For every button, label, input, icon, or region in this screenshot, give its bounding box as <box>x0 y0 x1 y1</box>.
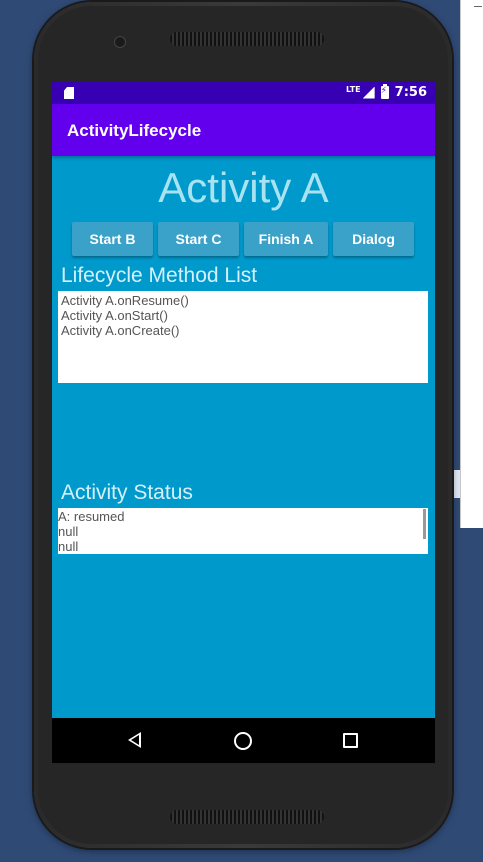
navigation-bar <box>52 718 435 763</box>
background-window-mark <box>474 6 482 7</box>
status-line: A: resumed <box>58 509 125 524</box>
front-camera <box>114 36 126 48</box>
method-list-item: Activity A.onResume() <box>61 293 189 308</box>
start-c-button[interactable]: Start C <box>158 222 239 256</box>
method-list-item: Activity A.onCreate() <box>61 323 180 338</box>
recents-icon[interactable] <box>343 733 358 748</box>
back-icon[interactable] <box>128 732 141 748</box>
dialog-button[interactable]: Dialog <box>333 222 414 256</box>
status-bar: LTE 7:56 <box>52 82 435 104</box>
status-line: null <box>58 539 79 554</box>
signal-icon <box>362 86 375 99</box>
status-line: null <box>58 524 79 539</box>
top-speaker <box>170 32 324 46</box>
method-list-item: Activity A.onStart() <box>61 308 168 323</box>
phone-screen: LTE 7:56 ActivityLifecycle Activity A St… <box>52 82 435 763</box>
sd-card-icon <box>64 87 74 99</box>
method-list-box: Activity A.onResume() Activity A.onStart… <box>58 291 428 383</box>
bottom-speaker <box>170 810 324 824</box>
finish-a-button[interactable]: Finish A <box>244 222 328 256</box>
status-box[interactable]: A: resumed null null <box>58 508 428 554</box>
status-label: Activity Status <box>61 481 193 504</box>
clock: 7:56 <box>394 85 427 100</box>
background-window <box>460 0 483 528</box>
lte-label: LTE <box>345 85 361 94</box>
status-icons: LTE 7:56 <box>345 84 427 100</box>
status-scrollbar[interactable] <box>423 509 426 539</box>
app-title: ActivityLifecycle <box>67 121 202 140</box>
method-list-label: Lifecycle Method List <box>61 264 258 287</box>
home-icon[interactable] <box>234 732 252 750</box>
app-bar: ActivityLifecycle <box>52 104 435 156</box>
activity-heading: Activity A <box>158 164 329 211</box>
background-strip <box>452 470 460 498</box>
button-row: Start B Start C Finish A Dialog <box>72 222 415 256</box>
start-b-button[interactable]: Start B <box>72 222 153 256</box>
battery-charging-icon <box>380 84 389 99</box>
